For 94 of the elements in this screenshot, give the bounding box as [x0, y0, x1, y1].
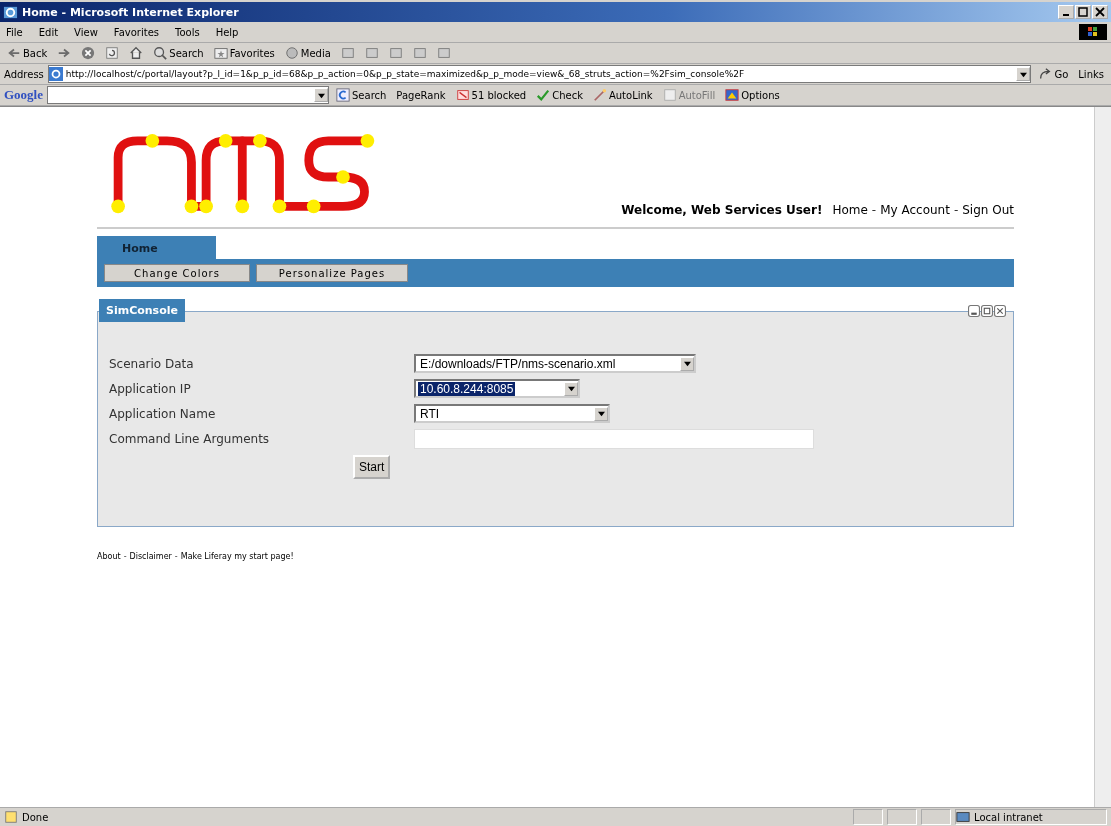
pagerank-button[interactable]: PageRank — [393, 89, 449, 101]
blocked-button[interactable]: 51 blocked — [452, 88, 530, 102]
minimize-icon — [1063, 14, 1069, 16]
nav-button[interactable]: Change Colors — [104, 264, 250, 282]
field-label: Scenario Data — [109, 356, 194, 371]
address-label: Address — [4, 68, 44, 80]
welcome-text: Welcome, Web Services User! — [621, 203, 823, 217]
page-icon — [48, 67, 63, 81]
globe-icon — [284, 46, 299, 60]
home-icon — [129, 46, 144, 60]
caret-icon — [683, 360, 691, 367]
menu-item[interactable]: Tools — [175, 26, 200, 38]
header-link[interactable]: Sign Out — [962, 203, 1014, 217]
caret-icon — [1019, 70, 1027, 78]
status-pane — [921, 809, 951, 825]
favorites-button[interactable]: Favorites — [210, 46, 278, 60]
dropdown-button[interactable] — [314, 88, 328, 102]
search-icon — [336, 88, 350, 102]
star-folder-icon — [213, 46, 228, 60]
options-icon — [725, 88, 740, 102]
go-button[interactable]: Go — [1035, 67, 1072, 81]
field-label: Command Line Arguments — [109, 432, 270, 446]
header-link[interactable]: Home — [832, 203, 868, 217]
portlet-title: SimConsole — [99, 299, 185, 322]
minimize-icon[interactable] — [968, 305, 980, 317]
checkmark-icon — [536, 88, 551, 102]
menu-item[interactable]: Favorites — [113, 26, 159, 38]
status-pane — [887, 809, 917, 825]
page-icon — [4, 810, 18, 824]
menu-item[interactable]: File — [6, 26, 23, 38]
search-button[interactable]: Search — [333, 88, 390, 102]
menu-item[interactable]: View — [74, 26, 98, 38]
nav-tab[interactable]: Home — [97, 236, 216, 259]
select-field[interactable]: E:/downloads/FTP/nms-scenario.xml — [414, 354, 696, 373]
select-field[interactable]: 10.60.8.244:8085 — [414, 379, 580, 398]
close-icon — [1095, 7, 1105, 17]
toolbar-icon — [388, 46, 403, 60]
header-link[interactable]: My Account — [880, 203, 950, 217]
caret-icon — [597, 410, 605, 417]
toolbar-icon — [340, 46, 355, 60]
footer-link[interactable]: Make Liferay my start page! — [180, 552, 294, 561]
footer-link[interactable]: Disclaimer — [129, 552, 172, 561]
zone-text: Local intranet — [974, 811, 1043, 823]
separator: - — [123, 552, 127, 561]
field-label: Application IP — [109, 381, 191, 396]
menu-item[interactable]: Help — [215, 26, 239, 38]
form-icon — [662, 88, 677, 102]
search-icon — [153, 46, 168, 60]
separator: - — [871, 203, 877, 217]
toolbar-icon — [364, 46, 379, 60]
autolink-button[interactable]: AutoLink — [589, 88, 656, 102]
close-icon[interactable] — [994, 305, 1006, 317]
toolbar-icon — [436, 46, 451, 60]
address-field[interactable]: http://localhost/c/portal/layout?p_l_id=1&p_p_id=68&p_p_action=0&p_p_state=maximized&p_p_mode=view&_68_struts_action=%2Fsim_console%2F — [47, 65, 1032, 83]
maximize-icon — [1078, 7, 1088, 17]
network-icon — [956, 810, 970, 824]
separator: - — [174, 552, 178, 561]
select-field[interactable]: RTI — [414, 404, 610, 423]
scrollbar[interactable] — [1094, 107, 1111, 807]
separator: - — [953, 203, 959, 217]
status-text: Done — [22, 811, 49, 823]
arrow-icon — [57, 46, 72, 60]
arrow-icon — [1038, 67, 1053, 81]
media-button[interactable]: Media — [281, 46, 334, 60]
search-button[interactable]: Search — [150, 46, 207, 60]
stop-icon — [81, 46, 96, 60]
start-button[interactable]: Start — [353, 455, 391, 479]
google-logo[interactable]: Google — [4, 87, 43, 103]
window-title: Home - Microsoft Internet Explorer — [22, 5, 240, 19]
status-pane — [853, 809, 883, 825]
close-button[interactable] — [1092, 5, 1108, 19]
options-button[interactable]: Options — [722, 88, 783, 102]
minimize-button[interactable] — [1058, 5, 1074, 19]
caret-icon — [567, 385, 575, 392]
browser-icon — [3, 4, 18, 20]
caret-icon — [317, 91, 325, 99]
maximize-icon[interactable] — [981, 305, 993, 317]
toolbar-icon — [412, 46, 427, 60]
check-button[interactable]: Check — [533, 88, 586, 102]
field-label: Application Name — [109, 406, 216, 421]
wand-icon — [592, 88, 607, 102]
refresh-icon — [105, 46, 120, 60]
popup-icon — [455, 88, 470, 102]
links-button[interactable]: Links — [1075, 68, 1107, 80]
windows-logo-icon — [1079, 24, 1107, 40]
dropdown-button[interactable] — [1016, 67, 1031, 81]
footer-link[interactable]: About — [97, 552, 121, 561]
menu-item[interactable]: Edit — [38, 26, 59, 38]
back-button[interactable]: Back — [4, 46, 51, 60]
maximize-button[interactable] — [1075, 5, 1091, 19]
input-field[interactable] — [414, 429, 814, 449]
google-search-field[interactable] — [47, 86, 329, 104]
nav-button[interactable]: Personalize Pages — [256, 264, 408, 282]
arrow-icon — [7, 46, 21, 60]
